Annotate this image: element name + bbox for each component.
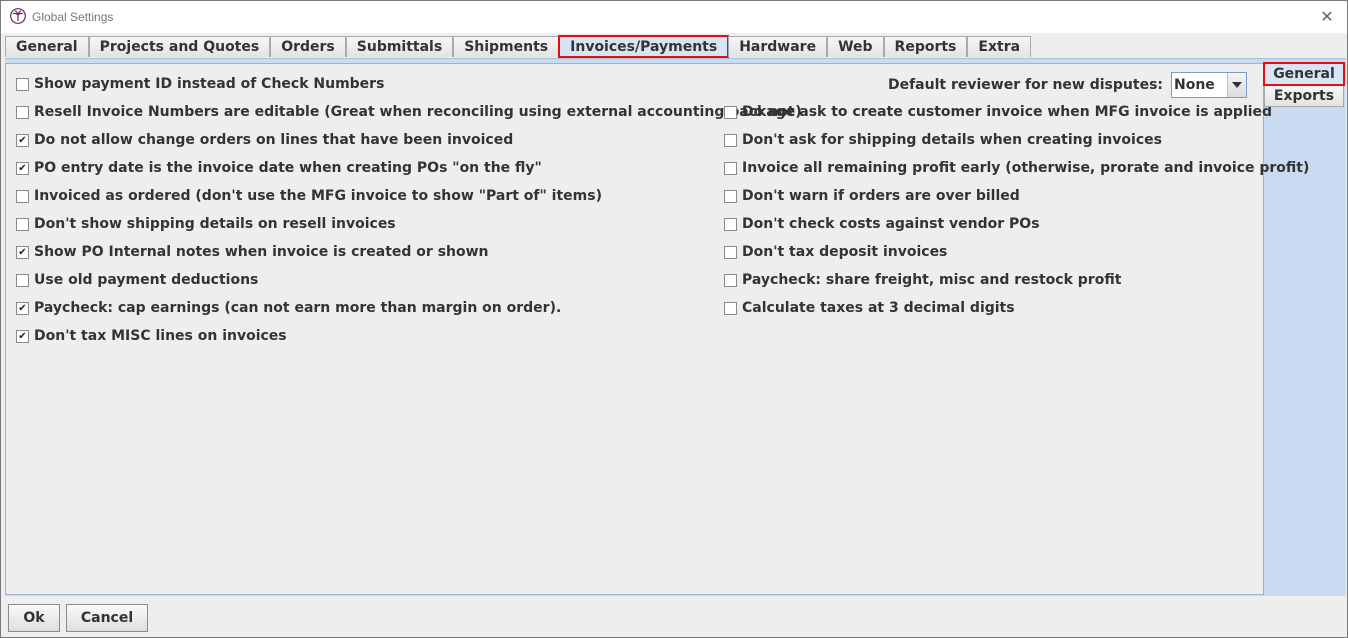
option-row[interactable]: ✔ Do not allow change orders on lines tha… <box>16 130 513 150</box>
checkbox-unchecked[interactable] <box>16 105 29 119</box>
checkbox-checked[interactable]: ✔ <box>16 245 29 259</box>
option-label: Show payment ID instead of Check Numbers <box>34 76 385 92</box>
side-tab-general[interactable]: General <box>1263 62 1345 86</box>
option-row[interactable]: Invoiced as ordered (don't use the MFG i… <box>16 186 602 206</box>
option-row[interactable]: Calculate taxes at 3 decimal digits <box>724 298 1015 318</box>
option-label: Show PO Internal notes when invoice is c… <box>34 244 489 260</box>
option-label: Invoice all remaining profit early (othe… <box>742 160 1310 176</box>
side-tab-exports[interactable]: Exports <box>1264 85 1344 107</box>
checkbox-unchecked[interactable] <box>16 217 29 231</box>
tab-projects-and-quotes[interactable]: Projects and Quotes <box>88 36 271 57</box>
option-row[interactable]: Don't check costs against vendor POs <box>724 214 1040 234</box>
option-label: Calculate taxes at 3 decimal digits <box>742 300 1015 316</box>
close-icon[interactable]: ✕ <box>1315 4 1339 28</box>
option-label: Don't tax deposit invoices <box>742 244 948 260</box>
side-tabs: General Exports <box>1263 62 1345 107</box>
option-row[interactable]: Don't show shipping details on resell in… <box>16 214 396 234</box>
option-label: Resell Invoice Numbers are editable (Gre… <box>34 104 802 120</box>
title-bar: Global Settings ✕ <box>1 1 1347 33</box>
option-label: Don't check costs against vendor POs <box>742 216 1040 232</box>
option-row[interactable]: Invoice all remaining profit early (othe… <box>724 158 1309 178</box>
checkbox-unchecked[interactable] <box>724 133 737 147</box>
checkbox-unchecked[interactable] <box>724 105 737 119</box>
checkbox-unchecked[interactable] <box>724 161 737 175</box>
tab-submittals[interactable]: Submittals <box>345 36 454 57</box>
chevron-down-icon[interactable] <box>1227 73 1246 97</box>
option-row[interactable]: Do not ask to create customer invoice wh… <box>724 102 1272 122</box>
invoices-general-panel: Default reviewer for new disputes: None … <box>5 63 1309 595</box>
checkbox-unchecked[interactable] <box>724 189 737 203</box>
default-reviewer-select[interactable]: None <box>1171 72 1247 98</box>
palm-tree-logo-icon <box>10 8 26 24</box>
option-row[interactable]: ✔ Don't tax MISC lines on invoices <box>16 326 287 346</box>
tab-reports[interactable]: Reports <box>883 36 968 57</box>
option-label: Invoiced as ordered (don't use the MFG i… <box>34 188 602 204</box>
option-row[interactable]: Use old payment deductions <box>16 270 258 290</box>
checkbox-unchecked[interactable] <box>724 245 737 259</box>
checkbox-unchecked[interactable] <box>16 273 29 287</box>
option-label: Don't tax MISC lines on invoices <box>34 328 287 344</box>
checkbox-unchecked[interactable] <box>16 77 29 91</box>
settings-tabs: General Projects and Quotes Orders Submitta… <box>5 35 1032 58</box>
option-row[interactable]: Don't ask for shipping details when crea… <box>724 130 1162 150</box>
option-row[interactable]: Don't warn if orders are over billed <box>724 186 1020 206</box>
settings-window: Global Settings ✕ General Projects and Qu… <box>0 0 1348 638</box>
option-row[interactable]: Resell Invoice Numbers are editable (Gre… <box>16 102 802 122</box>
tab-shipments[interactable]: Shipments <box>453 36 560 57</box>
option-label: Don't show shipping details on resell in… <box>34 216 396 232</box>
tab-orders[interactable]: Orders <box>270 36 346 57</box>
option-label: Don't warn if orders are over billed <box>742 188 1020 204</box>
option-label: Do not ask to create customer invoice wh… <box>742 104 1273 120</box>
checkbox-checked[interactable]: ✔ <box>16 329 29 343</box>
ok-button[interactable]: Ok <box>8 604 60 632</box>
option-row[interactable]: ✔ Show PO Internal notes when invoice is … <box>16 242 489 262</box>
checkbox-checked[interactable]: ✔ <box>16 133 29 147</box>
checkbox-unchecked[interactable] <box>724 301 737 315</box>
default-reviewer-label: Default reviewer for new disputes: <box>887 77 1163 93</box>
option-row[interactable]: Paycheck: share freight, misc and restoc… <box>724 270 1121 290</box>
option-label: Use old payment deductions <box>34 272 259 288</box>
default-reviewer-value: None <box>1174 77 1215 93</box>
window-title: Global Settings <box>32 10 114 24</box>
checkbox-unchecked[interactable] <box>724 217 737 231</box>
option-row[interactable]: ✔ PO entry date is the invoice date when … <box>16 158 542 178</box>
option-label: Paycheck: cap earnings (can not earn mor… <box>34 300 562 316</box>
option-row[interactable]: ✔ Paycheck: cap earnings (can not earn mo… <box>16 298 561 318</box>
option-label: PO entry date is the invoice date when c… <box>34 160 542 176</box>
option-label: Paycheck: share freight, misc and restoc… <box>742 272 1122 288</box>
option-row[interactable]: Show payment ID instead of Check Numbers <box>16 74 384 94</box>
cancel-button[interactable]: Cancel <box>66 604 148 632</box>
tab-web[interactable]: Web <box>827 36 884 57</box>
tab-invoices-payments[interactable]: Invoices/Payments <box>558 35 730 58</box>
tab-hardware[interactable]: Hardware <box>728 36 828 57</box>
checkbox-checked[interactable]: ✔ <box>16 301 29 315</box>
tab-extra[interactable]: Extra <box>967 36 1032 57</box>
option-label: Don't ask for shipping details when crea… <box>742 132 1162 148</box>
tab-general[interactable]: General <box>5 36 89 57</box>
checkbox-unchecked[interactable] <box>724 273 737 287</box>
checkbox-unchecked[interactable] <box>16 189 29 203</box>
checkbox-checked[interactable]: ✔ <box>16 161 29 175</box>
option-row[interactable]: Don't tax deposit invoices <box>724 242 947 262</box>
option-label: Do not allow change orders on lines that… <box>34 132 514 148</box>
